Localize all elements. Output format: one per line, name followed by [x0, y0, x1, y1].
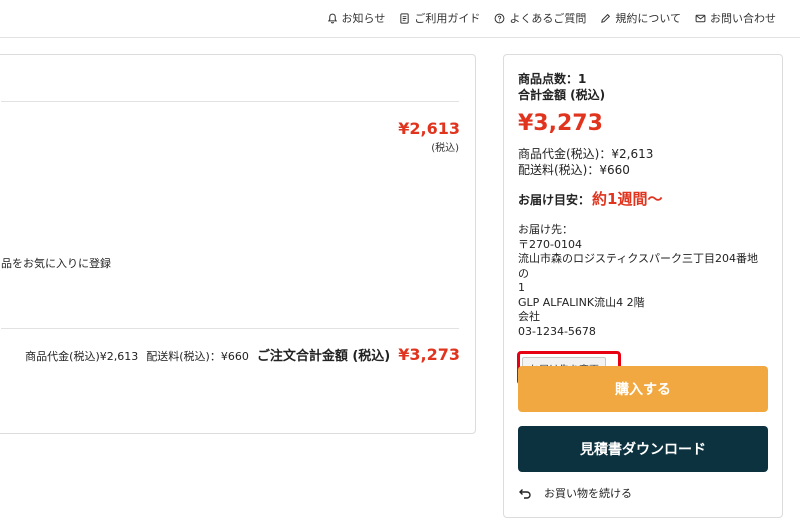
- cart-total-value: ¥3,273: [398, 345, 460, 364]
- item-count: 商品点数：1: [518, 72, 587, 86]
- document-icon: [400, 12, 409, 24]
- nav-link-label: ご利用ガイド: [414, 12, 481, 25]
- add-to-favorites-link[interactable]: 品をお気に入りに登録: [1, 255, 111, 271]
- pencil-icon: [601, 13, 611, 23]
- address-line: 03-1234-5678: [518, 324, 596, 338]
- nav-link-contact[interactable]: お問い合わせ: [695, 10, 776, 26]
- subtotal: 商品代金(税込)：¥2,613: [518, 147, 654, 161]
- nav-link-guide[interactable]: ご利用ガイド: [399, 10, 480, 26]
- shipping-address: お届け先： 〒270-0104 流山市森のロジスティクスパーク三丁目204番地の…: [518, 223, 768, 339]
- envelope-icon: [695, 14, 706, 22]
- cart-total-label: ご注文合計金額 (税込): [256, 349, 391, 364]
- cart-subtotal: 商品代金(税込)¥2,613: [25, 350, 139, 363]
- address-line: GLP ALFALINK流山4 2階: [518, 295, 645, 309]
- top-navigation: お知らせ ご利用ガイド よくあるご質問 規約について お問い合わせ: [0, 0, 800, 38]
- purchase-button[interactable]: 購入する: [518, 366, 768, 412]
- return-arrow-icon: [519, 489, 531, 499]
- delivery-estimate-label: お届け目安：: [518, 193, 591, 207]
- nav-link-news[interactable]: お知らせ: [327, 10, 386, 26]
- address-line: 1: [518, 281, 525, 294]
- cart-summary: 商品代金(税込)¥2,613 配送料(税込)：¥660 ご注文合計金額 (税込)…: [25, 345, 460, 364]
- continue-shopping-label: お買い物を続ける: [544, 487, 632, 500]
- address-line: 会社: [518, 310, 540, 323]
- cart-items-panel: ¥2,613 (税込) 品をお気に入りに登録 商品代金(税込)¥2,613 配送…: [0, 54, 476, 434]
- nav-link-faq[interactable]: よくあるご質問: [494, 10, 586, 26]
- download-quote-button[interactable]: 見積書ダウンロード: [518, 426, 768, 472]
- nav-link-label: お知らせ: [341, 12, 386, 25]
- bell-icon: [327, 13, 337, 23]
- item-price: ¥2,613: [398, 119, 460, 138]
- address-line: お届け先：: [518, 223, 573, 236]
- grand-total: ¥3,273: [518, 111, 603, 136]
- cart-shipping: 配送料(税込)：¥660: [146, 350, 249, 363]
- delivery-estimate: お届け目安： 約1週間〜: [518, 188, 768, 209]
- nav-link-terms[interactable]: 規約について: [600, 10, 681, 26]
- total-label: 合計金額 (税込): [518, 88, 606, 102]
- address-line: 流山市森のロジスティクスパーク三丁目204番地の: [518, 252, 759, 280]
- divider: [1, 101, 459, 102]
- shipping-fee: 配送料(税込)：¥660: [518, 163, 630, 177]
- divider: [1, 328, 459, 329]
- question-circle-icon: [494, 13, 505, 23]
- nav-link-label: よくあるご質問: [509, 12, 587, 25]
- nav-link-label: お問い合わせ: [710, 12, 776, 25]
- continue-shopping-link[interactable]: お買い物を続ける: [518, 485, 632, 501]
- delivery-estimate-value: 約1週間〜: [592, 190, 663, 208]
- nav-link-label: 規約について: [615, 12, 681, 25]
- address-line: 〒270-0104: [518, 237, 582, 251]
- item-tax-note: (税込): [431, 143, 459, 154]
- header-links: お知らせ ご利用ガイド よくあるご質問 規約について お問い合わせ: [327, 10, 776, 26]
- order-summary-panel: 商品点数：1 合計金額 (税込) ¥3,273 商品代金(税込)：¥2,613 …: [503, 54, 783, 518]
